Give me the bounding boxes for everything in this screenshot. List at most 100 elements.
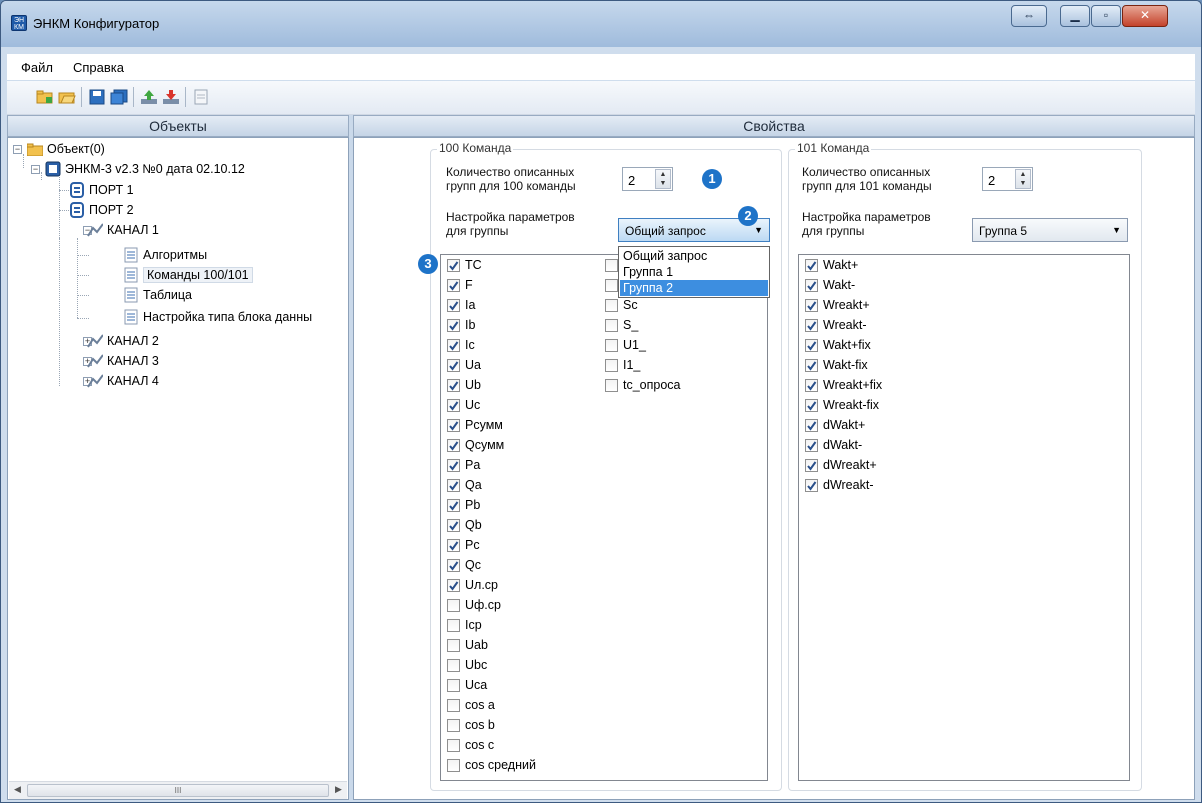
checkbox-item[interactable]: Pc bbox=[447, 535, 480, 555]
tree-item-channel-4[interactable]: КАНАЛ 4 bbox=[87, 372, 159, 390]
checkbox-unchecked-icon[interactable] bbox=[605, 298, 618, 312]
checkbox-checked-icon[interactable] bbox=[447, 558, 460, 572]
checkbox-item[interactable]: Wreakt+fix bbox=[805, 375, 882, 395]
checkbox-item[interactable]: Wakt-fix bbox=[805, 355, 868, 375]
checkbox-unchecked-icon[interactable] bbox=[605, 258, 618, 272]
object-tree[interactable]: − Объект(0) − ЭНКМ-3 v2.3 №0 дата 02.10.… bbox=[7, 137, 349, 800]
checkbox-item[interactable]: Qсумм bbox=[447, 435, 504, 455]
checkbox-checked-icon[interactable] bbox=[447, 398, 460, 412]
checkbox-checked-icon[interactable] bbox=[447, 438, 460, 452]
checkbox-checked-icon[interactable] bbox=[805, 338, 818, 352]
tree-item-root[interactable]: Объект(0) bbox=[27, 140, 105, 158]
scroll-right-icon[interactable]: ▶ bbox=[335, 784, 342, 795]
checkbox-unchecked-icon[interactable] bbox=[605, 358, 618, 372]
checkbox-checked-icon[interactable] bbox=[805, 378, 818, 392]
checkbox-item[interactable]: Ub bbox=[447, 375, 481, 395]
checkbox-item[interactable]: Uab bbox=[447, 635, 488, 655]
resize-toggle-button[interactable]: ⇔ bbox=[1011, 5, 1047, 27]
checkbox-unchecked-icon[interactable] bbox=[605, 278, 618, 292]
checkbox-item[interactable]: cos a bbox=[447, 695, 495, 715]
checkbox-item[interactable]: Pb bbox=[447, 495, 480, 515]
minimize-button[interactable]: ▁ bbox=[1060, 5, 1090, 27]
tree-item-channel-2[interactable]: КАНАЛ 2 bbox=[87, 332, 159, 350]
checkbox-checked-icon[interactable] bbox=[447, 538, 460, 552]
tree-item-port1[interactable]: ПОРТ 1 bbox=[69, 181, 134, 199]
checkbox-item[interactable]: Pсумм bbox=[447, 415, 503, 435]
checkbox-checked-icon[interactable] bbox=[805, 298, 818, 312]
parameters-list-100[interactable]: TC F Ia Ib Ic Ua Ub Uc Pсумм Qсумм Pa Qa Pb Qb Pc Qc Uл.… bbox=[440, 254, 768, 781]
checkbox-item[interactable]: Qa bbox=[447, 475, 482, 495]
group-count-stepper[interactable]: 2 ▲ ▼ bbox=[982, 167, 1033, 191]
scrollbar-thumb[interactable]: III bbox=[27, 784, 329, 797]
checkbox-item[interactable]: cos b bbox=[447, 715, 495, 735]
checkbox-item[interactable]: Wakt+fix bbox=[805, 335, 871, 355]
checkbox-item[interactable]: Wreakt-fix bbox=[805, 395, 879, 415]
new-folder-button[interactable] bbox=[35, 87, 55, 107]
checkbox-item[interactable]: dWakt- bbox=[805, 435, 862, 455]
checkbox-item[interactable]: dWreakt+ bbox=[805, 455, 877, 475]
checkbox-item[interactable]: Pa bbox=[447, 455, 480, 475]
collapse-toggle[interactable]: − bbox=[13, 145, 22, 154]
checkbox-checked-icon[interactable] bbox=[805, 398, 818, 412]
checkbox-item[interactable]: tc_опроса bbox=[605, 375, 681, 395]
checkbox-item[interactable]: dWreakt- bbox=[805, 475, 873, 495]
group-select[interactable]: Группа 5 ▼ bbox=[972, 218, 1128, 242]
checkbox-unchecked-icon[interactable] bbox=[447, 638, 460, 652]
checkbox-item[interactable]: Uф.ср bbox=[447, 595, 501, 615]
checkbox-item[interactable]: S_ bbox=[605, 315, 638, 335]
checkbox-unchecked-icon[interactable] bbox=[447, 658, 460, 672]
checkbox-item[interactable]: Uca bbox=[447, 675, 487, 695]
checkbox-checked-icon[interactable] bbox=[447, 338, 460, 352]
checkbox-item[interactable]: Ic bbox=[447, 335, 475, 355]
checkbox-checked-icon[interactable] bbox=[447, 258, 460, 272]
checkbox-checked-icon[interactable] bbox=[447, 378, 460, 392]
checkbox-checked-icon[interactable] bbox=[447, 278, 460, 292]
close-button[interactable]: ✕ bbox=[1122, 5, 1168, 27]
scroll-left-icon[interactable]: ◀ bbox=[14, 784, 21, 795]
checkbox-checked-icon[interactable] bbox=[805, 458, 818, 472]
checkbox-unchecked-icon[interactable] bbox=[447, 618, 460, 632]
document-button[interactable] bbox=[191, 87, 211, 107]
tree-item-block-type[interactable]: Настройка типа блока данны bbox=[123, 308, 312, 326]
dropdown-option[interactable]: Группа 1 bbox=[620, 264, 768, 280]
checkbox-checked-icon[interactable] bbox=[805, 318, 818, 332]
tree-item-channel-3[interactable]: КАНАЛ 3 bbox=[87, 352, 159, 370]
checkbox-item[interactable]: Uc bbox=[447, 395, 480, 415]
collapse-toggle[interactable]: − bbox=[31, 165, 40, 174]
checkbox-unchecked-icon[interactable] bbox=[447, 718, 460, 732]
tree-item-commands[interactable]: Команды 100/101 bbox=[123, 266, 253, 284]
save-button[interactable] bbox=[87, 87, 107, 107]
checkbox-item[interactable]: Ia bbox=[447, 295, 475, 315]
title-bar[interactable]: ЭН КМ ЭНКМ Конфигуратор ⇔ ▁ ▫ ✕ bbox=[1, 1, 1201, 47]
checkbox-checked-icon[interactable] bbox=[447, 578, 460, 592]
checkbox-checked-icon[interactable] bbox=[447, 358, 460, 372]
download-button[interactable] bbox=[161, 87, 181, 107]
checkbox-item[interactable]: Icp bbox=[447, 615, 482, 635]
menu-file[interactable]: Файл bbox=[21, 60, 53, 75]
checkbox-checked-icon[interactable] bbox=[447, 498, 460, 512]
checkbox-item[interactable]: Wakt- bbox=[805, 275, 855, 295]
checkbox-unchecked-icon[interactable] bbox=[447, 758, 460, 772]
checkbox-unchecked-icon[interactable] bbox=[447, 738, 460, 752]
checkbox-unchecked-icon[interactable] bbox=[447, 698, 460, 712]
checkbox-item[interactable]: Wreakt+ bbox=[805, 295, 870, 315]
checkbox-item[interactable]: Ib bbox=[447, 315, 475, 335]
checkbox-checked-icon[interactable] bbox=[447, 478, 460, 492]
checkbox-item[interactable]: cos средний bbox=[447, 755, 536, 775]
parameters-list-101[interactable]: Wakt+ Wakt- Wreakt+ Wreakt- Wakt+fix Wakt-fix… bbox=[798, 254, 1130, 781]
checkbox-item[interactable]: U1_ bbox=[605, 335, 646, 355]
checkbox-checked-icon[interactable] bbox=[805, 358, 818, 372]
checkbox-item[interactable]: I1_ bbox=[605, 355, 640, 375]
maximize-button[interactable]: ▫ bbox=[1091, 5, 1121, 27]
checkbox-item[interactable]: Wakt+ bbox=[805, 255, 858, 275]
tree-item-device[interactable]: ЭНКМ-3 v2.3 №0 дата 02.10.12 bbox=[45, 160, 245, 178]
menu-help[interactable]: Справка bbox=[73, 60, 124, 75]
checkbox-checked-icon[interactable] bbox=[805, 278, 818, 292]
checkbox-checked-icon[interactable] bbox=[805, 258, 818, 272]
checkbox-checked-icon[interactable] bbox=[805, 438, 818, 452]
open-folder-button[interactable] bbox=[57, 87, 77, 107]
checkbox-unchecked-icon[interactable] bbox=[447, 598, 460, 612]
checkbox-checked-icon[interactable] bbox=[447, 518, 460, 532]
group-count-stepper[interactable]: 2 ▲ ▼ bbox=[622, 167, 673, 191]
checkbox-item[interactable]: dWakt+ bbox=[805, 415, 865, 435]
